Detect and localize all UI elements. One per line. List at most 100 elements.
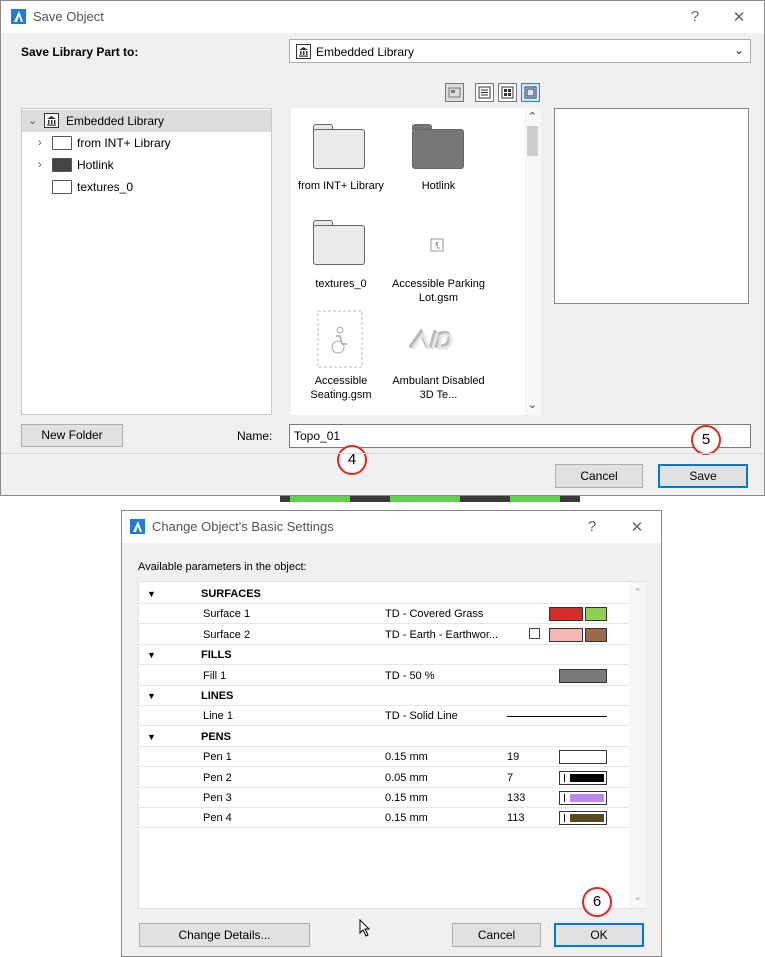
param-value[interactable]: 0.15 mm bbox=[385, 788, 428, 808]
save-button[interactable]: Save bbox=[658, 464, 748, 488]
param-row[interactable]: Fill 1 TD - 50 % bbox=[139, 666, 629, 686]
close-icon[interactable]: ✕ bbox=[729, 8, 749, 26]
tree-item-textures[interactable]: textures_0 bbox=[22, 176, 271, 198]
param-row[interactable]: Pen 3 0.15 mm 133 bbox=[139, 788, 629, 808]
param-value[interactable]: TD - 50 % bbox=[385, 666, 435, 686]
param-row[interactable]: Pen 4 0.15 mm 113 bbox=[139, 808, 629, 829]
scrollbar-thumb[interactable] bbox=[527, 126, 538, 156]
preview-toggle-icon[interactable] bbox=[445, 83, 464, 102]
param-group-header[interactable]: ▼ LINES bbox=[139, 686, 629, 706]
large-icons-view-icon[interactable] bbox=[521, 83, 540, 102]
grid-item-label: Accessible Seating.gsm bbox=[310, 375, 372, 401]
object-grid-scrollbar[interactable]: ⌃ ⌄ bbox=[524, 108, 541, 415]
surface-swatch[interactable] bbox=[549, 627, 583, 642]
help-icon[interactable]: ? bbox=[582, 518, 602, 535]
small-icons-view-icon[interactable] bbox=[498, 83, 517, 102]
param-group-header[interactable]: ▼ PENS bbox=[139, 727, 629, 747]
new-folder-button[interactable]: New Folder bbox=[21, 424, 123, 447]
help-icon[interactable]: ? bbox=[685, 8, 705, 25]
cancel-button[interactable]: Cancel bbox=[452, 923, 541, 947]
title-bar[interactable]: Save Object ? ✕ bbox=[1, 1, 764, 33]
param-value[interactable]: TD - Covered Grass bbox=[385, 604, 483, 624]
scroll-down-icon[interactable]: ⌄ bbox=[629, 890, 646, 903]
line-type-swatch[interactable] bbox=[507, 716, 607, 718]
scroll-up-icon[interactable]: ⌃ bbox=[629, 586, 646, 599]
tree-item-label: Hotlink bbox=[77, 158, 114, 172]
pen-number: 19 bbox=[507, 751, 520, 764]
grid-item-ambulant-3d[interactable]: Ambulant Disabled 3D Te... bbox=[391, 308, 486, 403]
param-group-header[interactable]: ▼ SURFACES bbox=[139, 584, 629, 604]
grid-item-accessible-parking[interactable]: Accessible Parking Lot.gsm bbox=[391, 214, 486, 304]
pen-swatch[interactable] bbox=[559, 811, 607, 826]
folder-dark-icon bbox=[52, 158, 72, 172]
surface-swatch[interactable] bbox=[549, 607, 583, 622]
tree-item-hotlink[interactable]: › Hotlink bbox=[22, 154, 271, 176]
param-value[interactable]: 0.15 mm bbox=[385, 747, 428, 767]
tree-item-label: textures_0 bbox=[77, 180, 134, 194]
parameters-scrollbar[interactable]: ⌃ ⌄ bbox=[629, 582, 646, 908]
object-grid[interactable]: from INT+ Library Hotlink textures_0 Acc… bbox=[291, 108, 541, 415]
param-row[interactable]: Pen 1 0.15 mm 19 bbox=[139, 747, 629, 768]
folder-icon bbox=[52, 136, 72, 150]
save-to-value: Embedded Library bbox=[316, 45, 415, 59]
name-input[interactable]: Topo_01 bbox=[289, 424, 751, 448]
param-row[interactable]: Surface 1 TD - Covered Grass bbox=[139, 604, 629, 625]
preview-pane bbox=[554, 108, 749, 304]
param-group-name: SURFACES bbox=[201, 588, 261, 600]
callout-4: 4 bbox=[337, 445, 367, 475]
param-row[interactable]: Line 1 TD - Solid Line bbox=[139, 706, 629, 727]
param-name: Pen 2 bbox=[203, 771, 232, 784]
folder-dark-icon bbox=[412, 129, 464, 169]
folder-tree[interactable]: ⌄ Embedded Library › from INT+ Library ›… bbox=[21, 108, 272, 415]
grid-item-label: textures_0 bbox=[315, 278, 367, 290]
param-row[interactable]: Pen 2 0.05 mm 7 bbox=[139, 768, 629, 788]
list-view-icon[interactable] bbox=[475, 83, 494, 102]
pen-swatch[interactable] bbox=[559, 791, 607, 805]
folder-icon bbox=[313, 129, 365, 169]
collapse-triangle-icon[interactable]: ▼ bbox=[147, 727, 156, 747]
chevron-right-icon[interactable]: › bbox=[38, 154, 42, 176]
change-details-button[interactable]: Change Details... bbox=[139, 923, 310, 947]
tree-item-from-int-library[interactable]: › from INT+ Library bbox=[22, 132, 271, 154]
grid-item-hotlink[interactable]: Hotlink bbox=[391, 116, 486, 201]
surface-color-swatch[interactable] bbox=[585, 607, 607, 622]
pen-swatch[interactable] bbox=[559, 770, 607, 785]
chevron-down-icon[interactable]: ⌄ bbox=[28, 110, 37, 132]
folder-icon bbox=[313, 225, 365, 265]
scroll-up-icon[interactable]: ⌃ bbox=[524, 110, 541, 123]
param-group-header[interactable]: ▼ FILLS bbox=[139, 645, 629, 666]
param-name: Surface 1 bbox=[203, 608, 251, 621]
param-value[interactable]: TD - Earth - Earthwor... bbox=[385, 625, 498, 645]
mouse-cursor-icon bbox=[359, 919, 371, 937]
grid-item-label: Ambulant Disabled 3D Te... bbox=[392, 375, 485, 401]
fill-swatch[interactable] bbox=[559, 668, 607, 683]
parameters-list[interactable]: ▼ SURFACES Surface 1 TD - Covered Grass Surf… bbox=[138, 581, 646, 909]
collapse-triangle-icon[interactable]: ▼ bbox=[147, 645, 156, 665]
change-settings-dialog: Change Object's Basic Settings ? ✕ Avail… bbox=[121, 510, 662, 957]
collapse-triangle-icon[interactable]: ▼ bbox=[147, 686, 156, 706]
param-row[interactable]: Surface 2 TD - Earth - Earthwor... bbox=[139, 625, 629, 645]
pen-number: 7 bbox=[507, 771, 514, 784]
grid-item-textures[interactable]: textures_0 bbox=[291, 214, 391, 299]
param-value[interactable]: 0.15 mm bbox=[385, 808, 428, 828]
pen-swatch[interactable] bbox=[559, 750, 607, 765]
archicad-app-icon bbox=[11, 9, 26, 24]
surface-color-swatch[interactable] bbox=[585, 627, 607, 642]
collapse-triangle-icon[interactable]: ▼ bbox=[147, 584, 156, 604]
save-object-dialog: Save Object ? ✕ Save Library Part to: Em… bbox=[0, 0, 765, 496]
param-value[interactable]: TD - Solid Line bbox=[385, 706, 458, 726]
grid-item-from-int-library[interactable]: from INT+ Library bbox=[291, 116, 391, 201]
scroll-down-icon[interactable]: ⌄ bbox=[524, 398, 541, 411]
ok-button[interactable]: OK bbox=[554, 923, 644, 947]
tree-item-label: from INT+ Library bbox=[77, 136, 171, 150]
title-bar[interactable]: Change Object's Basic Settings ? ✕ bbox=[122, 511, 661, 543]
param-value[interactable]: 0.05 mm bbox=[385, 768, 428, 788]
chevron-right-icon[interactable]: › bbox=[38, 132, 42, 154]
cancel-button[interactable]: Cancel bbox=[555, 464, 643, 488]
grid-item-label: from INT+ Library bbox=[298, 180, 384, 192]
chevron-down-icon: ⌄ bbox=[734, 43, 745, 57]
grid-item-accessible-seating[interactable]: Accessible Seating.gsm bbox=[291, 308, 391, 403]
save-to-dropdown[interactable]: Embedded Library ⌄ bbox=[289, 39, 751, 63]
tree-item-embedded-library[interactable]: ⌄ Embedded Library bbox=[22, 110, 271, 132]
close-icon[interactable]: ✕ bbox=[627, 518, 647, 536]
